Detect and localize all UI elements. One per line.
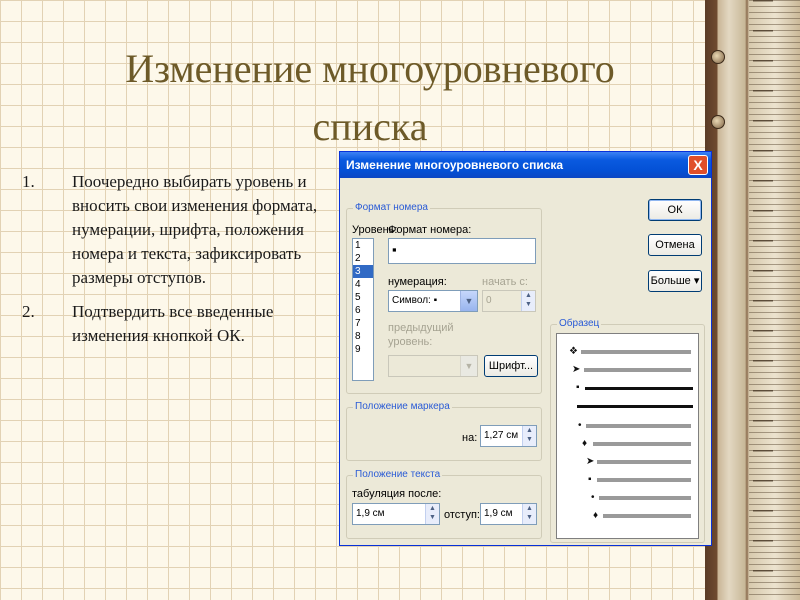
preview-marker: ▪ [576, 382, 580, 393]
ruler-major-ticks [753, 0, 773, 600]
tab-after-label: табуляция после: [352, 488, 442, 500]
prev-level-select[interactable]: ▼ [388, 355, 478, 377]
number-format-label: Формат номера: [388, 224, 472, 236]
font-button[interactable]: Шрифт... [484, 355, 538, 377]
spinner-arrows-icon[interactable]: ▲ ▼ [521, 291, 535, 311]
start-at-label: начать с: [482, 276, 528, 288]
slide-title-line1: Изменение многоуровневого [125, 46, 615, 91]
spinner-arrows-icon[interactable]: ▲ ▼ [522, 426, 536, 446]
numbering-value: Символ: ▪ [392, 295, 438, 306]
preview-marker: ▪ [588, 474, 592, 485]
preview-marker: ➤ [572, 364, 581, 375]
tab-after-value: 1,9 см [356, 508, 385, 519]
slide-title-line2: списка [312, 104, 428, 149]
list-item-text: Поочередно выбирать уровень и вносить св… [72, 172, 318, 287]
preview-marker: ➤ [586, 456, 595, 467]
indent-label: отступ: [444, 509, 480, 521]
level-option-selected[interactable]: 3 [353, 265, 373, 278]
preview-line [593, 442, 691, 446]
close-button[interactable]: X [688, 155, 708, 175]
preview-group-label: Образец [557, 318, 602, 329]
level-option[interactable]: 5 [353, 291, 373, 304]
ruler-screw [711, 50, 725, 64]
list-item-number: 1. [22, 172, 35, 191]
chevron-down-icon[interactable]: ▼ [460, 356, 477, 376]
preview-line [586, 424, 691, 428]
more-button[interactable]: Больше ▾ [648, 270, 702, 292]
format-group-label: Формат номера [353, 202, 430, 213]
level-listbox[interactable]: 1 2 3 4 5 6 7 8 9 [352, 238, 374, 381]
multilevel-list-dialog: Изменение многоуровневого списка X Форма… [339, 151, 712, 546]
ruler-screw [711, 115, 725, 129]
level-option[interactable]: 1 [353, 239, 373, 252]
instruction-list: 1. Поочередно выбирать уровень и вносить… [22, 170, 342, 358]
numbering-label: нумерация: [388, 276, 447, 288]
preview-marker: ♦ [593, 510, 599, 521]
number-format-input[interactable]: ▪ [388, 238, 536, 264]
tab-after-spinner[interactable]: 1,9 см ▲ ▼ [352, 503, 440, 525]
prev-level-label: предыдущий [388, 322, 454, 334]
list-item: 2. Подтвердить все введенные изменения к… [22, 300, 342, 348]
preview-pane: ❖ ➤ ▪ • ♦ ➤ ▪ • ♦ [556, 333, 699, 539]
level-option[interactable]: 9 [353, 343, 373, 356]
text-position-label: Положение текста [353, 469, 443, 480]
list-item: 1. Поочередно выбирать уровень и вносить… [22, 170, 342, 290]
preview-marker: ♦ [582, 438, 588, 449]
spinner-arrows-icon[interactable]: ▲ ▼ [522, 504, 536, 524]
preview-line [597, 478, 691, 482]
level-option[interactable]: 4 [353, 278, 373, 291]
preview-line [597, 460, 691, 464]
preview-line [599, 496, 691, 500]
marker-at-value: 1,27 см [484, 430, 519, 441]
marker-at-label: на: [462, 432, 478, 444]
indent-value: 1,9 см [484, 508, 513, 519]
level-option[interactable]: 2 [353, 252, 373, 265]
preview-line-selected [577, 405, 693, 408]
prev-level-label: уровень: [388, 336, 433, 348]
level-option[interactable]: 6 [353, 304, 373, 317]
numbering-select[interactable]: Символ: ▪ ▼ [388, 290, 478, 312]
preview-marker: • [578, 420, 582, 431]
preview-marker: ❖ [569, 346, 578, 357]
marker-at-spinner[interactable]: 1,27 см ▲ ▼ [480, 425, 537, 447]
dialog-title: Изменение многоуровневого списка [346, 158, 564, 172]
start-at-spinner[interactable]: 0 ▲ ▼ [482, 290, 536, 312]
preview-marker: • [591, 492, 595, 503]
spinner-arrows-icon[interactable]: ▲ ▼ [425, 504, 439, 524]
indent-spinner[interactable]: 1,9 см ▲ ▼ [480, 503, 537, 525]
marker-position-label: Положение маркера [353, 401, 452, 412]
start-at-value: 0 [486, 295, 492, 306]
chevron-down-icon[interactable]: ▼ [460, 291, 477, 311]
ok-button[interactable]: ОК [648, 199, 702, 221]
list-item-number: 2. [22, 302, 35, 321]
level-option[interactable]: 7 [353, 317, 373, 330]
preview-line-selected [585, 387, 693, 390]
preview-line [584, 368, 691, 372]
preview-line [603, 514, 691, 518]
ruler-decoration [705, 0, 800, 600]
level-option[interactable]: 8 [353, 330, 373, 343]
slide-title: Изменение многоуровневого списка [60, 40, 680, 156]
dialog-titlebar: Изменение многоуровневого списка X [340, 152, 711, 178]
preview-line [581, 350, 691, 354]
cancel-button[interactable]: Отмена [648, 234, 702, 256]
list-item-text: Подтвердить все введенные изменения кноп… [72, 302, 274, 345]
